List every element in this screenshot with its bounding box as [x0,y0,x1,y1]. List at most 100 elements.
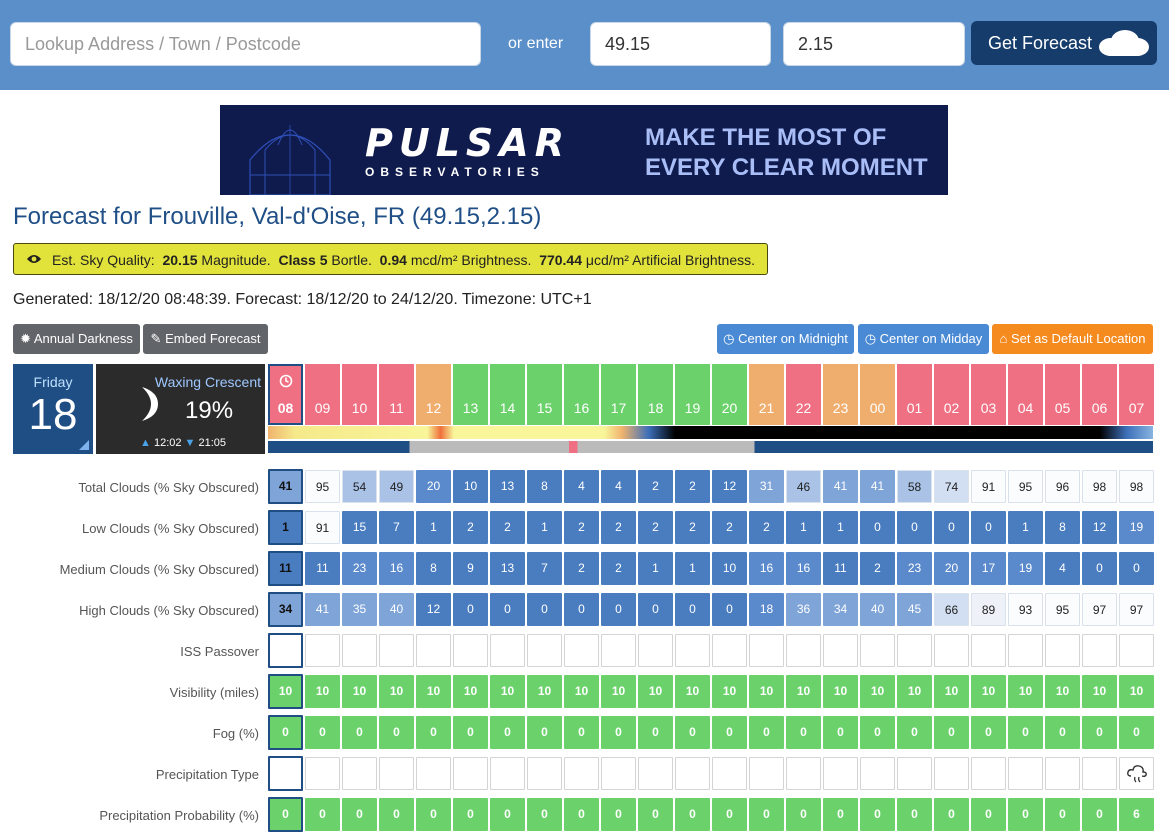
forecast-cell[interactable]: 12 [416,593,451,626]
forecast-cell[interactable]: 0 [601,798,636,831]
forecast-cell[interactable]: 0 [453,798,488,831]
forecast-cell[interactable] [638,634,673,667]
forecast-cell[interactable]: 8 [527,470,562,503]
forecast-cell[interactable]: 16 [786,552,821,585]
forecast-cell[interactable]: 20 [934,552,969,585]
forecast-cell[interactable]: 23 [342,552,377,585]
forecast-cell[interactable] [490,757,525,790]
forecast-cell[interactable] [749,634,784,667]
forecast-cell[interactable]: 0 [601,716,636,749]
forecast-cell[interactable]: 10 [527,675,562,708]
hour-cell[interactable]: 18 [638,364,673,425]
forecast-cell[interactable]: 0 [786,716,821,749]
forecast-cell[interactable]: 0 [1045,798,1080,831]
forecast-cell[interactable]: 10 [897,675,932,708]
forecast-cell[interactable]: 10 [712,552,747,585]
forecast-cell[interactable]: 34 [823,593,858,626]
forecast-cell[interactable] [675,634,710,667]
forecast-cell[interactable]: 0 [712,716,747,749]
forecast-cell[interactable]: 0 [638,798,673,831]
forecast-cell[interactable]: 0 [379,716,414,749]
forecast-cell[interactable]: 0 [1008,798,1043,831]
forecast-cell[interactable]: 2 [860,552,895,585]
forecast-cell[interactable]: 41 [860,470,895,503]
forecast-cell[interactable]: 97 [1082,593,1117,626]
forecast-cell[interactable]: 10 [305,675,340,708]
forecast-cell[interactable] [934,634,969,667]
forecast-cell[interactable] [860,757,895,790]
forecast-cell[interactable] [897,757,932,790]
forecast-cell[interactable]: 54 [342,470,377,503]
forecast-cell[interactable]: 10 [490,675,525,708]
forecast-cell[interactable]: 0 [601,593,636,626]
forecast-cell[interactable]: 36 [786,593,821,626]
forecast-cell[interactable]: 0 [342,716,377,749]
forecast-cell[interactable]: 95 [1008,470,1043,503]
forecast-cell[interactable]: 58 [897,470,932,503]
forecast-cell[interactable]: 41 [823,470,858,503]
forecast-cell[interactable]: 0 [1119,552,1154,585]
forecast-cell[interactable]: 0 [305,716,340,749]
forecast-cell[interactable] [527,634,562,667]
forecast-cell[interactable]: 0 [490,593,525,626]
forecast-cell[interactable] [1008,634,1043,667]
forecast-cell[interactable]: 0 [860,716,895,749]
hour-cell[interactable]: 00 [860,364,895,425]
forecast-cell[interactable] [305,634,340,667]
forecast-cell[interactable]: 0 [453,716,488,749]
forecast-cell[interactable] [971,757,1006,790]
forecast-cell[interactable]: 0 [1082,552,1117,585]
forecast-cell[interactable]: 0 [527,798,562,831]
forecast-cell[interactable]: 0 [934,511,969,544]
forecast-cell[interactable]: 0 [712,798,747,831]
forecast-cell[interactable]: 95 [305,470,340,503]
forecast-cell[interactable]: 2 [712,511,747,544]
forecast-cell[interactable] [786,634,821,667]
forecast-cell[interactable] [342,757,377,790]
hour-cell[interactable]: 21 [749,364,784,425]
hour-cell[interactable]: 16 [564,364,599,425]
forecast-cell[interactable]: 98 [1082,470,1117,503]
forecast-cell[interactable]: 10 [971,675,1006,708]
forecast-cell[interactable] [564,634,599,667]
forecast-cell[interactable]: 15 [342,511,377,544]
forecast-cell[interactable] [416,634,451,667]
forecast-cell[interactable]: 93 [1008,593,1043,626]
forecast-cell[interactable]: 1 [638,552,673,585]
forecast-cell[interactable]: 31 [749,470,784,503]
forecast-cell[interactable] [712,757,747,790]
advertisement-banner[interactable]: PULSAR OBSERVATORIES MAKE THE MOST OF EV… [220,105,948,195]
forecast-cell[interactable] [490,634,525,667]
forecast-cell[interactable] [860,634,895,667]
forecast-cell[interactable]: 0 [416,798,451,831]
forecast-cell[interactable]: 2 [601,511,636,544]
forecast-cell[interactable]: 0 [786,798,821,831]
forecast-cell[interactable]: 2 [675,511,710,544]
forecast-cell[interactable]: 8 [1045,511,1080,544]
forecast-cell[interactable]: 2 [638,511,673,544]
forecast-cell[interactable]: 10 [1008,675,1043,708]
hour-cell[interactable]: 11 [379,364,414,425]
forecast-cell[interactable]: 23 [897,552,932,585]
forecast-cell[interactable]: 8 [416,552,451,585]
forecast-cell[interactable]: 0 [860,511,895,544]
forecast-cell[interactable]: 4 [601,470,636,503]
forecast-cell[interactable] [1119,634,1154,667]
hour-cell[interactable]: 05 [1045,364,1080,425]
forecast-cell[interactable]: 91 [971,470,1006,503]
forecast-cell[interactable]: 2 [749,511,784,544]
forecast-cell[interactable]: 10 [934,675,969,708]
forecast-cell[interactable]: 10 [823,675,858,708]
forecast-cell[interactable]: 1 [823,511,858,544]
hour-cell[interactable]: 09 [305,364,340,425]
hour-cell[interactable]: 07 [1119,364,1154,425]
forecast-cell[interactable]: 10 [601,675,636,708]
forecast-cell[interactable]: 41 [305,593,340,626]
forecast-cell[interactable]: 2 [564,552,599,585]
forecast-cell[interactable]: 0 [971,511,1006,544]
current-value-cell[interactable] [268,633,303,668]
forecast-cell[interactable]: 0 [823,798,858,831]
embed-forecast-button[interactable]: ✎ Embed Forecast [143,324,268,354]
forecast-cell[interactable] [601,634,636,667]
current-value-cell[interactable]: 34 [268,592,303,627]
